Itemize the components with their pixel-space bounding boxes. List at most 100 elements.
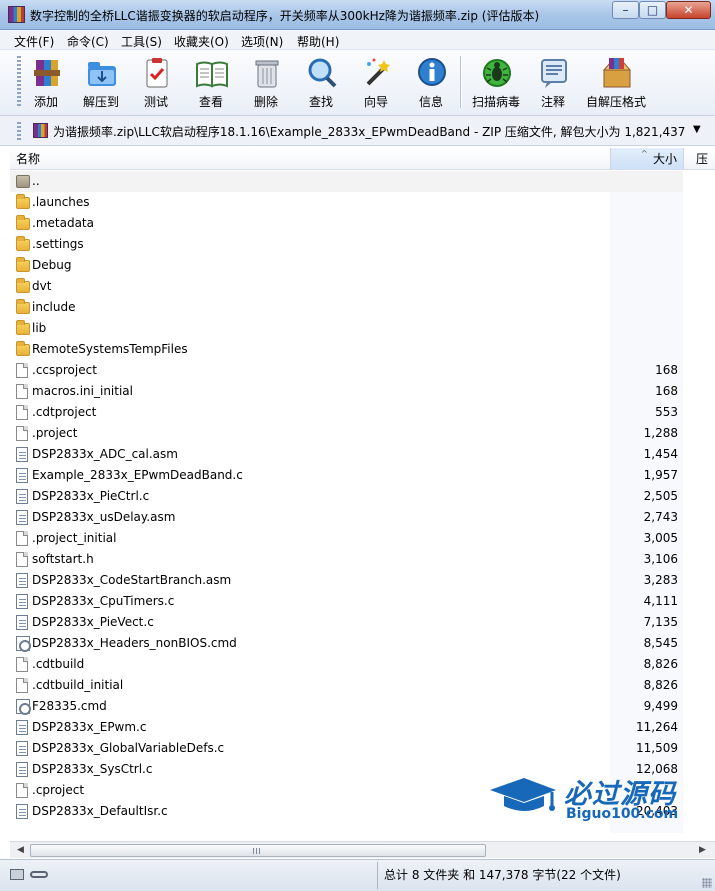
file-row[interactable]: DSP2833x_CodeStartBranch.asm 3,283	[10, 570, 683, 591]
file-row[interactable]: .ccsproject 168	[10, 360, 683, 381]
folder-row[interactable]: RemoteSystemsTempFiles	[10, 339, 683, 360]
extract-to-button[interactable]: 解压到	[76, 56, 126, 112]
column-packed[interactable]: 压	[688, 148, 715, 170]
parent-folder-icon	[16, 175, 30, 188]
file-row[interactable]: .cdtproject 553	[10, 402, 683, 423]
wizard-button[interactable]: 向导	[351, 56, 401, 112]
find-button[interactable]: 查找	[296, 56, 346, 112]
folder-row[interactable]: .metadata	[10, 213, 683, 234]
file-icon	[16, 384, 28, 399]
file-icon	[16, 552, 28, 567]
wizard-wand-icon	[366, 58, 390, 86]
scroll-left-icon[interactable]: ◀	[13, 844, 28, 857]
address-dropdown-icon[interactable]: ▼	[693, 124, 701, 135]
key-icon[interactable]	[30, 871, 48, 878]
file-name: DSP2833x_PieVect.c	[32, 615, 154, 629]
file-row[interactable]: .project_initial 3,005	[10, 528, 683, 549]
file-size: 168	[655, 363, 678, 377]
file-row[interactable]: DSP2833x_PieVect.c 7,135	[10, 612, 683, 633]
file-row[interactable]: DSP2833x_GlobalVariableDefs.c 11,509	[10, 738, 683, 759]
source-file-icon	[16, 447, 28, 462]
file-size: 4,111	[643, 594, 678, 608]
folder-icon	[16, 341, 30, 356]
address-path[interactable]: 为谐振频率.zip\LLC软启动程序18.1.16\Example_2833x_…	[53, 123, 689, 140]
folder-row[interactable]: lib	[10, 318, 683, 339]
file-row[interactable]: .project 1,288	[10, 423, 683, 444]
source-file-icon	[16, 594, 28, 609]
column-name[interactable]: 名称	[10, 148, 610, 170]
test-icon	[146, 58, 168, 88]
menu-favorites[interactable]: 收藏夹(O)	[174, 33, 229, 50]
file-name: DSP2833x_CpuTimers.c	[32, 594, 175, 608]
file-name: DSP2833x_DefaultIsr.c	[32, 804, 168, 818]
folder-row[interactable]: ..	[10, 171, 683, 192]
minimize-button[interactable]: –	[612, 1, 639, 19]
delete-button[interactable]: 删除	[241, 56, 291, 112]
file-name: DSP2833x_CodeStartBranch.asm	[32, 573, 232, 587]
comment-button[interactable]: 注释	[528, 56, 578, 112]
menu-commands[interactable]: 命令(C)	[67, 33, 109, 50]
file-row[interactable]: F28335.cmd 9,499	[10, 696, 683, 717]
file-icon	[16, 657, 28, 672]
address-grip[interactable]	[17, 122, 21, 140]
file-icon	[16, 363, 28, 378]
add-archive-icon	[34, 60, 60, 86]
horizontal-scrollbar[interactable]: ◀ ▶	[10, 841, 715, 858]
file-name: DSP2833x_GlobalVariableDefs.c	[32, 741, 225, 755]
file-row[interactable]: .cdtbuild 8,826	[10, 654, 683, 675]
add-button[interactable]: 添加	[21, 56, 71, 112]
folder-row[interactable]: .launches	[10, 192, 683, 213]
folder-icon	[16, 236, 30, 251]
cmd-file-icon	[16, 699, 31, 715]
disk-icon[interactable]	[10, 869, 24, 880]
menu-help[interactable]: 帮助(H)	[297, 33, 339, 50]
folder-row[interactable]: include	[10, 297, 683, 318]
folder-row[interactable]: .settings	[10, 234, 683, 255]
close-button[interactable]: ✕	[666, 1, 711, 19]
column-size[interactable]: ^ 大小	[610, 148, 684, 170]
file-row[interactable]: macros.ini_initial 168	[10, 381, 683, 402]
folder-row[interactable]: Debug	[10, 255, 683, 276]
menu-options[interactable]: 选项(N)	[241, 33, 283, 50]
scroll-right-icon[interactable]: ▶	[695, 844, 710, 857]
file-row[interactable]: .cdtbuild_initial 8,826	[10, 675, 683, 696]
file-row[interactable]: DSP2833x_PieCtrl.c 2,505	[10, 486, 683, 507]
info-button[interactable]: 信息	[406, 56, 456, 112]
menu-tools[interactable]: 工具(S)	[121, 33, 162, 50]
file-size: 8,826	[643, 678, 678, 692]
view-book-icon	[196, 61, 228, 88]
file-name: F28335.cmd	[32, 699, 107, 713]
source-file-icon	[16, 510, 28, 525]
scan-virus-button[interactable]: 扫描病毒	[471, 56, 521, 112]
source-file-icon	[16, 615, 28, 630]
menu-file[interactable]: 文件(F)	[14, 33, 54, 50]
file-row[interactable]: DSP2833x_CpuTimers.c 4,111	[10, 591, 683, 612]
sfx-button[interactable]: 自解压格式	[586, 56, 646, 112]
file-row[interactable]: softstart.h 3,106	[10, 549, 683, 570]
file-size: 11,509	[636, 741, 678, 755]
test-button[interactable]: 测试	[131, 56, 181, 112]
view-button[interactable]: 查看	[186, 56, 236, 112]
scrollbar-thumb[interactable]	[30, 844, 486, 857]
status-summary: 总计 8 文件夹 和 147,378 字节(22 个文件)	[384, 868, 621, 882]
window-title: 数字控制的全桥LLC谐振变换器的软启动程序，开关频率从300kHz降为谐振频率.…	[30, 9, 540, 23]
file-size: 8,826	[643, 657, 678, 671]
file-row[interactable]: DSP2833x_EPwm.c 11,264	[10, 717, 683, 738]
file-name: RemoteSystemsTempFiles	[32, 342, 188, 356]
resize-grip[interactable]	[702, 878, 712, 888]
folder-row[interactable]: dvt	[10, 276, 683, 297]
file-size: 11,264	[636, 720, 678, 734]
file-icon	[16, 678, 28, 693]
file-row[interactable]: DSP2833x_usDelay.asm 2,743	[10, 507, 683, 528]
file-row[interactable]: DSP2833x_ADC_cal.asm 1,454	[10, 444, 683, 465]
file-name: .metadata	[32, 216, 94, 230]
column-header: 名称 ^ 大小 压	[10, 148, 715, 170]
file-icon	[16, 405, 28, 420]
file-icon	[16, 783, 28, 798]
file-row[interactable]: Example_2833x_EPwmDeadBand.c 1,957	[10, 465, 683, 486]
file-row[interactable]: DSP2833x_Headers_nonBIOS.cmd 8,545	[10, 633, 683, 654]
source-file-icon	[16, 573, 28, 588]
file-name: .project_initial	[32, 531, 117, 545]
file-size: 168	[655, 384, 678, 398]
maximize-button[interactable]: □	[639, 1, 666, 19]
